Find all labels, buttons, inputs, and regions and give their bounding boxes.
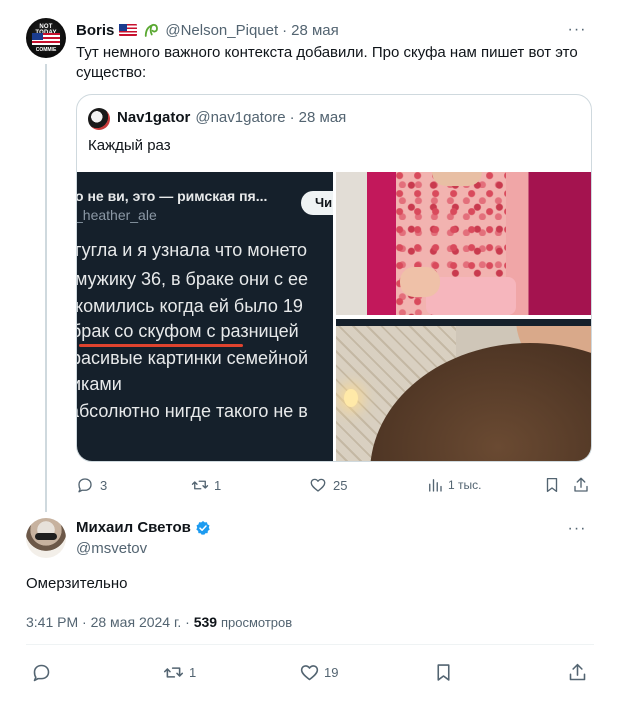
media-grid: о не ви, это — римская пя... _heather_al… bbox=[77, 172, 591, 461]
repost-count: 1 bbox=[189, 665, 197, 680]
avatar[interactable] bbox=[26, 518, 66, 558]
screenshot-text-line: комились когда ей было 19 bbox=[77, 296, 303, 316]
quoted-tweet-card[interactable]: Nav1gator @nav1gatore · 28 мая Каждый ра… bbox=[76, 94, 592, 462]
highlight-underline bbox=[79, 344, 243, 347]
media-photo-selfie[interactable] bbox=[336, 319, 591, 461]
reply-button[interactable] bbox=[31, 662, 52, 683]
avatar[interactable]: NOT TODAY COMMIE bbox=[26, 18, 66, 58]
us-flag-icon bbox=[119, 24, 138, 36]
quote-header: Nav1gator @nav1gatore · 28 мая bbox=[117, 109, 346, 126]
author-name[interactable]: Михаил Светов bbox=[76, 519, 191, 536]
analytics-icon bbox=[429, 479, 442, 492]
screenshot-text-line: гугла и я узнала что монето bbox=[77, 240, 307, 260]
tweet-meta: 3:41 PM · 28 мая 2024 г. · 539 просмотро… bbox=[26, 614, 292, 630]
author-handle[interactable]: @Nelson_Piquet bbox=[165, 22, 278, 39]
views-count: 539 bbox=[193, 614, 218, 630]
share-icon bbox=[569, 663, 586, 681]
repost-button[interactable]: 1 bbox=[162, 662, 196, 683]
separator-dot: · bbox=[82, 614, 91, 630]
avatar-text-bottom: COMMIE bbox=[35, 47, 57, 53]
quote-author-name: Nav1gator bbox=[117, 109, 191, 126]
photo-lamp bbox=[344, 389, 358, 407]
more-options-icon[interactable]: ··· bbox=[566, 20, 588, 40]
tweet-date[interactable]: 28 мая bbox=[291, 22, 339, 39]
repost-button[interactable]: 1 bbox=[190, 476, 221, 494]
author-name-row: Михаил Светов bbox=[76, 519, 211, 536]
quote-author-handle: @nav1gatore bbox=[195, 109, 286, 126]
like-button[interactable]: 19 bbox=[299, 662, 338, 683]
separator-dot: · bbox=[289, 109, 295, 126]
like-button[interactable]: 25 bbox=[309, 476, 347, 494]
reply-icon bbox=[33, 664, 50, 682]
sprout-icon bbox=[145, 23, 159, 37]
screenshot-pill-button: Чи bbox=[301, 191, 333, 215]
tweet-text: Тут немного важного контекста добавили. … bbox=[76, 44, 578, 81]
heart-icon bbox=[310, 478, 326, 492]
bookmark-icon bbox=[437, 664, 450, 681]
heart-icon bbox=[300, 665, 319, 681]
media-screenshot-image[interactable]: о не ви, это — римская пя... _heather_al… bbox=[77, 172, 333, 461]
photo-edge bbox=[336, 319, 591, 326]
like-count: 25 bbox=[333, 477, 348, 493]
more-options-icon[interactable]: ··· bbox=[566, 519, 588, 539]
author-handle[interactable]: @msvetov bbox=[76, 540, 147, 557]
repost-icon bbox=[163, 667, 184, 678]
share-button[interactable] bbox=[572, 476, 590, 494]
photo-detail bbox=[400, 267, 440, 297]
quote-date: 28 мая bbox=[298, 109, 347, 126]
divider bbox=[26, 644, 594, 645]
screenshot-text-line: иками bbox=[77, 374, 122, 394]
screenshot-text-line: расивые картинки семейной bbox=[77, 348, 309, 368]
bookmark-icon bbox=[546, 477, 558, 493]
screenshot-text-line: брак со скуфом с разницей bbox=[77, 321, 299, 341]
screenshot-text-line: мужику 36, в браке они с ее bbox=[77, 269, 308, 289]
reply-button[interactable]: 3 bbox=[76, 476, 107, 494]
verified-badge-icon[interactable] bbox=[195, 520, 211, 536]
screenshot-text-line: абсолютно нигде такого не в bbox=[77, 401, 308, 421]
media-photo-dress[interactable] bbox=[336, 172, 591, 315]
avatar-glasses bbox=[35, 533, 57, 540]
photo-detail bbox=[432, 172, 482, 186]
separator-dot: · bbox=[282, 21, 288, 39]
parent-tweet[interactable]: NOT TODAY COMMIE Boris @Nelson_Piquet · … bbox=[0, 0, 631, 510]
views-label: просмотров bbox=[220, 615, 293, 630]
reply-count: 3 bbox=[100, 477, 108, 493]
bookmark-button[interactable] bbox=[433, 662, 454, 683]
separator-dot: · bbox=[185, 614, 194, 630]
quote-text: Каждый раз bbox=[88, 137, 171, 154]
tweet-text: Омерзительно bbox=[26, 575, 128, 592]
author-name[interactable]: Boris bbox=[76, 22, 114, 39]
flag-canton bbox=[32, 33, 43, 40]
tweet-time[interactable]: 3:41 PM bbox=[26, 614, 78, 630]
share-button[interactable] bbox=[567, 662, 588, 683]
views-button[interactable]: 1 тыс. bbox=[426, 476, 481, 494]
screenshot-handle: _heather_ale bbox=[77, 207, 157, 223]
share-icon bbox=[574, 477, 588, 492]
repost-count: 1 bbox=[214, 477, 222, 493]
repost-icon bbox=[191, 480, 209, 490]
view-count: 1 тыс. bbox=[448, 478, 482, 492]
tweet-full-date[interactable]: 28 мая 2024 г. bbox=[91, 614, 182, 630]
bookmark-button[interactable] bbox=[543, 476, 561, 494]
tweet-header: Boris @Nelson_Piquet · 28 мая bbox=[76, 20, 339, 40]
reply-icon bbox=[78, 478, 92, 493]
quote-avatar bbox=[88, 108, 110, 130]
screenshot-title: о не ви, это — римская пя... bbox=[77, 188, 268, 204]
like-count: 19 bbox=[324, 665, 339, 680]
